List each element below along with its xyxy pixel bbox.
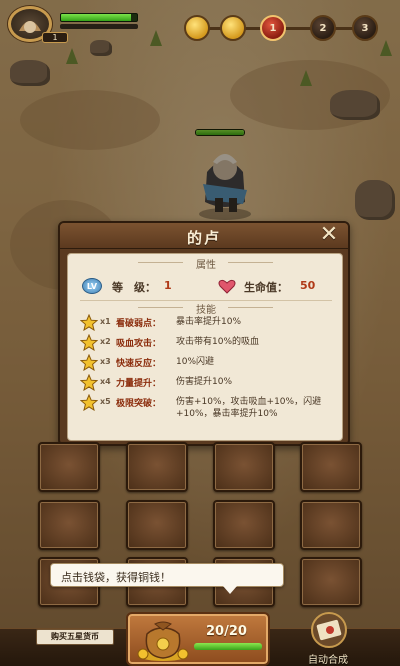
money-bag-icon xyxy=(137,621,189,661)
hp-label: 生命值： xyxy=(244,281,288,294)
merge-slot[interactable] xyxy=(213,442,275,492)
skill-row-5: x5 极限突破： 伤害+10%，攻击吸血+10%，闪避+10%，暴击率提升10% xyxy=(80,394,340,424)
skill-multiplier: x2 xyxy=(100,337,111,346)
hp-value: 50 xyxy=(300,279,316,292)
skill-description: 暴击率提升10% xyxy=(176,317,242,327)
skill-row-1: x1 看破弱点： 暴击率提升10% xyxy=(80,314,340,332)
merge-slot[interactable] xyxy=(126,500,188,550)
skill-row-3: x3 快速反应： 10%闪避 xyxy=(80,354,340,372)
player-exp-bar xyxy=(60,24,138,29)
hero-info-panel: 的卢 ✕ 属性 LV 等 级： 1 生命值： 50 技能 x1 看破弱点： 暴击… xyxy=(58,221,350,446)
level-icon: LV xyxy=(82,278,102,294)
level-value: 1 xyxy=(164,279,172,292)
star-icon xyxy=(80,314,98,331)
skill-description: 伤害+10%，攻击吸血+10%，闪避+10%，暴击率提升10% xyxy=(176,397,322,419)
star-icon xyxy=(80,374,98,391)
close-button[interactable]: ✕ xyxy=(316,223,342,249)
auto-merge-label[interactable]: 自动合成 xyxy=(308,651,348,666)
stage-node-2[interactable]: 2 xyxy=(310,15,336,41)
star-icon xyxy=(80,394,98,411)
player-hp-bar xyxy=(60,13,138,22)
merge-slot[interactable] xyxy=(126,442,188,492)
skill-name: 力量提升： xyxy=(116,379,162,389)
hero-name-title: 的卢 xyxy=(186,229,221,247)
skill-description: 伤害提升10% xyxy=(176,377,233,387)
stage-node-current[interactable]: 1 xyxy=(260,15,286,41)
tooltip-tail xyxy=(223,586,237,594)
merge-slot[interactable] xyxy=(213,500,275,550)
skill-multiplier: x3 xyxy=(100,357,111,366)
stage-node-3[interactable]: 3 xyxy=(352,15,378,41)
panel-body: 属性 LV 等 级： 1 生命值： 50 技能 x1 看破弱点： 暴击率提升10… xyxy=(67,253,343,441)
skill-row-2: x2 吸血攻击： 攻击带有10%的吸血 xyxy=(80,334,340,352)
stage-node-reward-2[interactable] xyxy=(220,15,246,41)
merge-slot[interactable] xyxy=(300,557,362,607)
hint-tooltip: 点击钱袋，获得铜钱！ xyxy=(50,563,284,594)
star-icon xyxy=(80,354,98,371)
skill-multiplier: x4 xyxy=(100,377,111,386)
player-level-badge: 1 xyxy=(42,32,68,43)
skill-description: 10%闪避 xyxy=(176,357,215,367)
buy-five-star-currency-button[interactable]: 购买五星货币 xyxy=(36,629,114,645)
skill-description: 攻击带有10%的吸血 xyxy=(176,337,260,347)
heart-icon xyxy=(218,279,236,294)
bag-progress-bar xyxy=(194,643,262,650)
merge-slot[interactable] xyxy=(300,500,362,550)
merge-slot[interactable] xyxy=(38,500,100,550)
panel-header: 的卢 ✕ xyxy=(60,223,348,249)
skill-name: 吸血攻击： xyxy=(116,339,162,349)
stage-node-reward-1[interactable] xyxy=(184,15,210,41)
auto-merge-scroll-icon[interactable] xyxy=(310,610,348,650)
skill-name: 快速反应： xyxy=(116,359,162,369)
merge-slot[interactable] xyxy=(300,442,362,492)
attributes-heading: 属性 xyxy=(68,256,344,271)
hint-text: 点击钱袋，获得铜钱！ xyxy=(61,571,171,584)
skill-name: 看破弱点： xyxy=(116,319,162,329)
skill-multiplier: x1 xyxy=(100,317,111,326)
star-icon xyxy=(80,334,98,351)
merge-slot[interactable] xyxy=(38,442,100,492)
level-label: 等 级： xyxy=(112,281,156,294)
bag-count: 20/20 xyxy=(206,624,247,639)
skill-row-4: x4 力量提升： 伤害提升10% xyxy=(80,374,340,392)
skill-name: 极限突破： xyxy=(116,399,162,409)
skill-multiplier: x5 xyxy=(100,397,111,406)
